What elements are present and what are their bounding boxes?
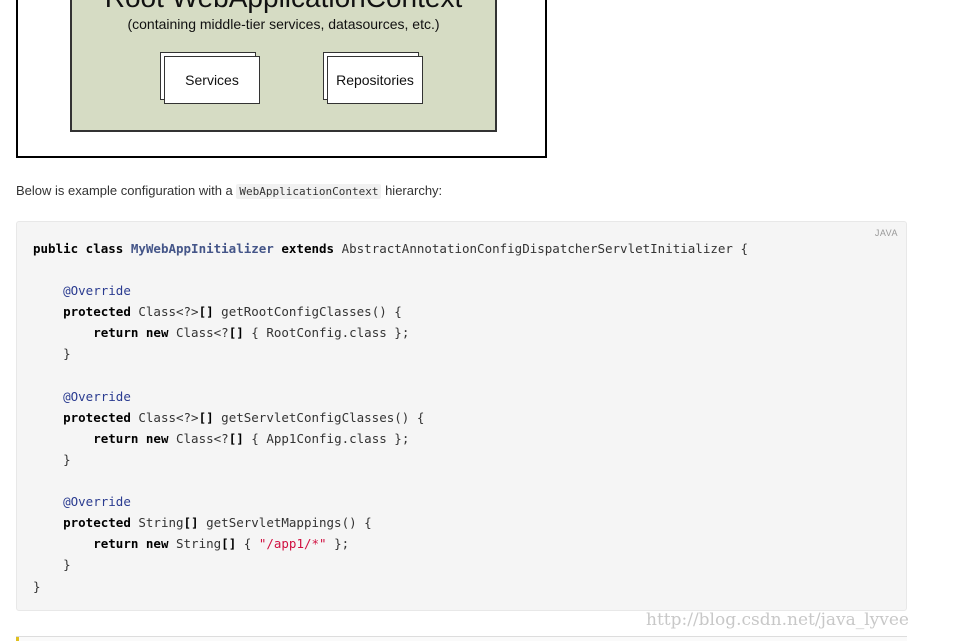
services-label: Services: [164, 56, 260, 104]
code-language-label: JAVA: [874, 228, 898, 238]
context-hierarchy-diagram: Root WebApplicationContext (containing m…: [16, 0, 547, 158]
next-block-edge: [16, 636, 907, 641]
root-context-box: Root WebApplicationContext (containing m…: [70, 0, 497, 132]
inline-code: WebApplicationContext: [236, 184, 382, 199]
repositories-box: Repositories: [323, 52, 423, 104]
repositories-label: Repositories: [327, 56, 423, 104]
services-box: Services: [160, 52, 260, 104]
watermark: http://blog.csdn.net/java_lyvee: [646, 610, 909, 630]
context-subtitle: (containing middle-tier services, dataso…: [127, 16, 440, 32]
code-block: JAVA public class MyWebAppInitializer ex…: [16, 221, 907, 611]
context-title: Root WebApplicationContext: [72, 0, 495, 14]
code-content: public class MyWebAppInitializer extends…: [33, 241, 748, 594]
intro-paragraph: Below is example configuration with a We…: [16, 183, 443, 199]
